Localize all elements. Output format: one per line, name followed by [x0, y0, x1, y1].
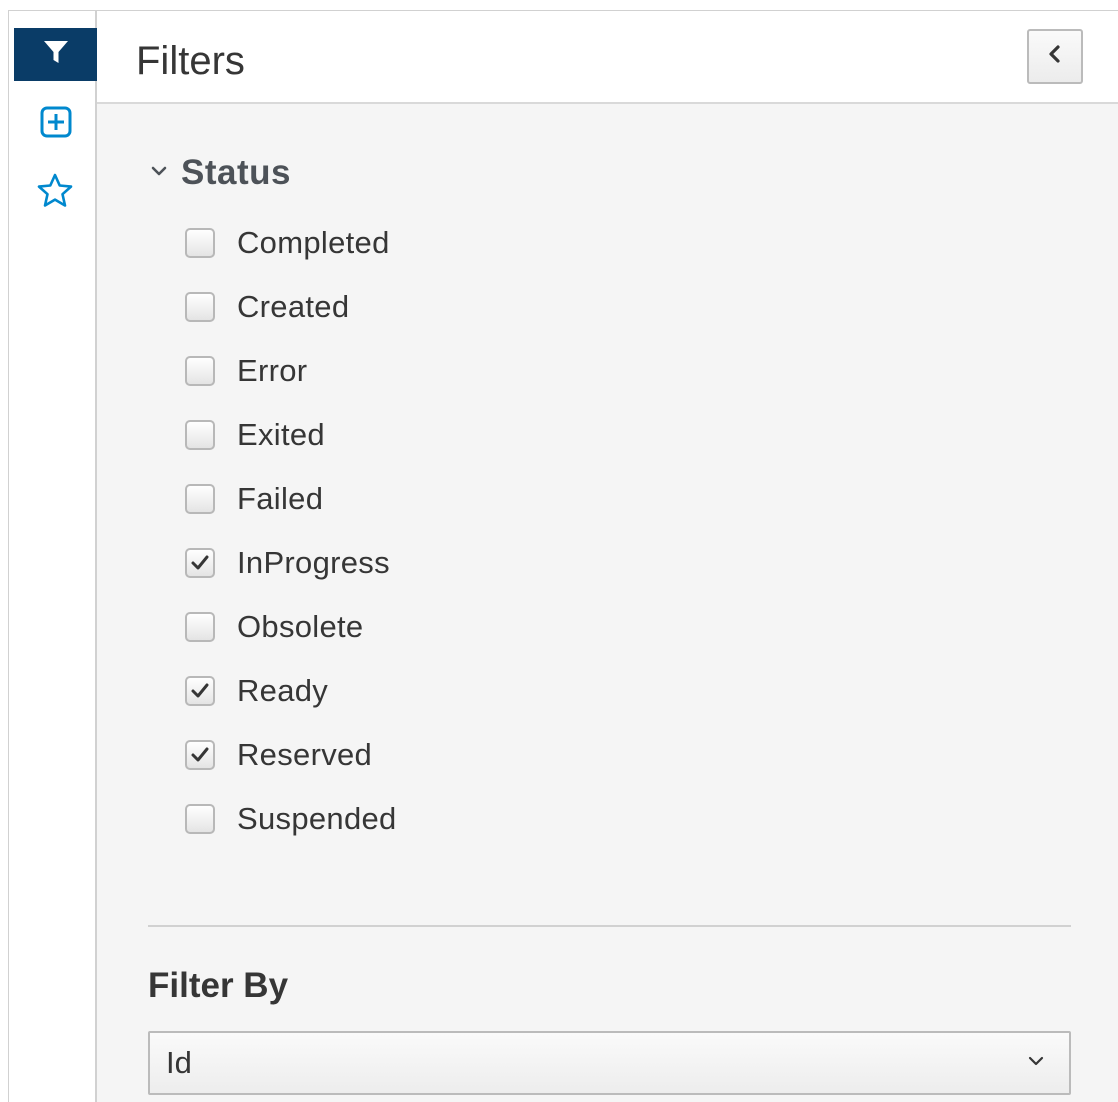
status-option-label: Completed [237, 225, 390, 260]
filter-by-title: Filter By [148, 966, 289, 1005]
status-option-label: Failed [237, 481, 324, 516]
status-option-label: Error [237, 353, 308, 388]
status-section-title: Status [181, 153, 291, 192]
checkbox[interactable] [185, 420, 215, 450]
status-option-reserved[interactable]: Reserved [185, 737, 372, 773]
checkbox[interactable] [185, 356, 215, 386]
status-option-created[interactable]: Created [185, 289, 349, 325]
filter-rail-button[interactable] [14, 28, 97, 81]
panel-header: Filters [97, 11, 1118, 104]
plus-square-icon [39, 105, 73, 144]
checkbox[interactable] [185, 484, 215, 514]
status-option-obsolete[interactable]: Obsolete [185, 609, 363, 645]
chevron-down-icon [149, 163, 169, 184]
status-section-toggle[interactable]: Status [149, 153, 291, 193]
checkbox[interactable] [185, 804, 215, 834]
filter-icon [43, 39, 69, 70]
status-option-label: Created [237, 289, 350, 324]
checkmark-icon [191, 747, 209, 762]
collapse-panel-button[interactable] [1027, 29, 1083, 84]
status-option-label: InProgress [237, 545, 390, 580]
checkbox[interactable] [185, 292, 215, 322]
status-option-error[interactable]: Error [185, 353, 307, 389]
status-option-label: Suspended [237, 801, 397, 836]
filters-panel: Filters Status Completed Created Error E… [97, 10, 1118, 1102]
status-option-ready[interactable]: Ready [185, 673, 328, 709]
panel-title: Filters [136, 39, 245, 83]
saved-filters-button[interactable] [34, 172, 76, 214]
status-option-label: Ready [237, 673, 329, 708]
status-option-completed[interactable]: Completed [185, 225, 390, 261]
status-option-label: Reserved [237, 737, 373, 772]
status-option-failed[interactable]: Failed [185, 481, 323, 517]
status-option-suspended[interactable]: Suspended [185, 801, 397, 837]
checkmark-icon [191, 683, 209, 698]
chevron-down-icon [1025, 1053, 1047, 1074]
status-option-exited[interactable]: Exited [185, 417, 325, 453]
checkbox-checked[interactable] [185, 740, 215, 770]
star-icon [36, 172, 74, 215]
checkbox[interactable] [185, 228, 215, 258]
filter-by-selected-value: Id [166, 1045, 192, 1080]
status-option-label: Exited [237, 417, 325, 452]
status-option-inprogress[interactable]: InProgress [185, 545, 390, 581]
filter-by-select[interactable]: Id [148, 1031, 1071, 1095]
section-divider [148, 925, 1071, 927]
status-option-label: Obsolete [237, 609, 364, 644]
chevron-left-icon [1045, 43, 1065, 70]
add-filter-button[interactable] [36, 104, 76, 144]
checkmark-icon [191, 555, 209, 570]
checkbox-checked[interactable] [185, 676, 215, 706]
checkbox-checked[interactable] [185, 548, 215, 578]
checkbox[interactable] [185, 612, 215, 642]
